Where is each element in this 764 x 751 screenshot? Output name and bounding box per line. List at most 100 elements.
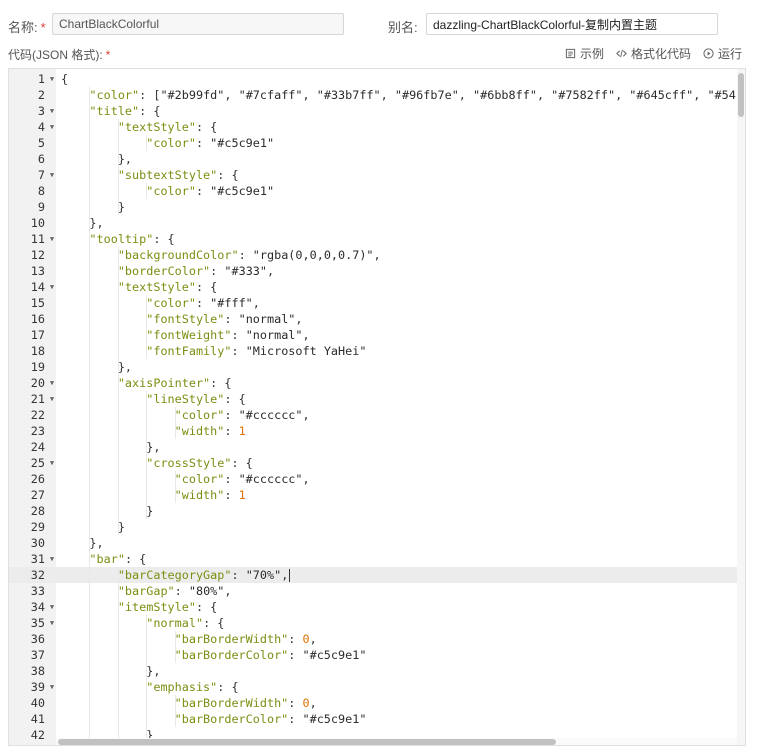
line-number: 31 bbox=[30, 552, 45, 566]
code-line[interactable]: 33 "barGap": "80%", bbox=[9, 583, 737, 599]
code-line[interactable]: 27 "width": 1 bbox=[9, 487, 737, 503]
line-number: 28 bbox=[30, 504, 45, 518]
line-number: 36 bbox=[30, 632, 45, 646]
line-number: 1 bbox=[37, 72, 45, 86]
code-line[interactable]: 36 "barBorderWidth": 0, bbox=[9, 631, 737, 647]
code-line[interactable]: 13 "borderColor": "#333", bbox=[9, 263, 737, 279]
code-line[interactable]: 15 "color": "#fff", bbox=[9, 295, 737, 311]
code-line[interactable]: 32 "barCategoryGap": "70%", bbox=[9, 567, 737, 583]
line-number: 2 bbox=[37, 88, 45, 102]
code-line[interactable]: 14 ▼ "textStyle": { bbox=[9, 279, 737, 295]
code-line[interactable]: 16 "fontStyle": "normal", bbox=[9, 311, 737, 327]
line-number: 29 bbox=[30, 520, 45, 534]
line-number: 10 bbox=[30, 216, 45, 230]
code-line[interactable]: 10 }, bbox=[9, 215, 737, 231]
code-line[interactable]: 4 ▼ "textStyle": { bbox=[9, 119, 737, 135]
code-text: "barBorderWidth": 0, bbox=[174, 632, 317, 646]
code-text: "fontWeight": "normal", bbox=[146, 328, 310, 342]
code-line[interactable]: 37 "barBorderColor": "#c5c9e1" bbox=[9, 647, 737, 663]
name-input[interactable] bbox=[52, 13, 344, 35]
fold-toggle-icon[interactable]: ▼ bbox=[48, 103, 56, 119]
code-line[interactable]: 26 "color": "#cccccc", bbox=[9, 471, 737, 487]
code-text: "lineStyle": { bbox=[146, 392, 246, 406]
code-line[interactable]: 21 ▼ "lineStyle": { bbox=[9, 391, 737, 407]
fold-toggle-icon[interactable]: ▼ bbox=[48, 167, 56, 183]
code-line[interactable]: 30 }, bbox=[9, 535, 737, 551]
code-line[interactable]: 8 "color": "#c5c9e1" bbox=[9, 183, 737, 199]
code-line[interactable]: 38 }, bbox=[9, 663, 737, 679]
format-code-button[interactable]: 格式化代码 bbox=[616, 45, 691, 62]
code-line[interactable]: 1 ▼ { bbox=[9, 71, 737, 87]
example-button[interactable]: 示例 bbox=[565, 45, 604, 62]
horizontal-scroll-thumb[interactable] bbox=[58, 739, 556, 745]
fold-toggle-icon[interactable]: ▼ bbox=[48, 551, 56, 567]
vertical-scrollbar[interactable] bbox=[737, 69, 745, 745]
code-line[interactable]: 5 "color": "#c5c9e1" bbox=[9, 135, 737, 151]
code-line[interactable]: 23 "width": 1 bbox=[9, 423, 737, 439]
code-text: "color": "#cccccc", bbox=[174, 472, 310, 486]
code-line[interactable]: 35 ▼ "normal": { bbox=[9, 615, 737, 631]
code-line[interactable]: 41 "barBorderColor": "#c5c9e1" bbox=[9, 711, 737, 727]
code-line[interactable]: 3 ▼ "title": { bbox=[9, 103, 737, 119]
code-line[interactable]: 19 }, bbox=[9, 359, 737, 375]
code-line[interactable]: 7 ▼ "subtextStyle": { bbox=[9, 167, 737, 183]
line-number: 5 bbox=[37, 136, 45, 150]
line-number: 13 bbox=[30, 264, 45, 278]
code-line[interactable]: 18 "fontFamily": "Microsoft YaHei" bbox=[9, 343, 737, 359]
line-number: 34 bbox=[30, 600, 45, 614]
code-line[interactable]: 25 ▼ "crossStyle": { bbox=[9, 455, 737, 471]
code-line[interactable]: 20 ▼ "axisPointer": { bbox=[9, 375, 737, 391]
vertical-scroll-thumb[interactable] bbox=[738, 73, 744, 117]
line-number: 7 bbox=[37, 168, 45, 182]
code-text: "width": 1 bbox=[174, 424, 246, 438]
fold-toggle-icon[interactable]: ▼ bbox=[48, 679, 56, 695]
editor-toolbar: 示例 格式化代码 运行 bbox=[565, 44, 742, 62]
fold-toggle-icon[interactable]: ▼ bbox=[48, 599, 56, 615]
code-line[interactable]: 9 } bbox=[9, 199, 737, 215]
code-line[interactable]: 6 }, bbox=[9, 151, 737, 167]
fold-toggle-icon[interactable]: ▼ bbox=[48, 71, 56, 87]
code-text: "barGap": "80%", bbox=[117, 584, 232, 598]
code-line[interactable]: 39 ▼ "emphasis": { bbox=[9, 679, 737, 695]
code-text: "color": "#cccccc", bbox=[174, 408, 310, 422]
code-line[interactable]: 40 "barBorderWidth": 0, bbox=[9, 695, 737, 711]
code-text: "color": "#c5c9e1" bbox=[146, 184, 275, 198]
code-line[interactable]: 24 }, bbox=[9, 439, 737, 455]
fold-toggle-icon[interactable]: ▼ bbox=[48, 615, 56, 631]
code-text: "color": ["#2b99fd", "#7cfaff", "#33b7ff… bbox=[89, 88, 736, 102]
line-number: 23 bbox=[30, 424, 45, 438]
code-text: "bar": { bbox=[89, 552, 147, 566]
code-line[interactable]: 12 "backgroundColor": "rgba(0,0,0,0.7)", bbox=[9, 247, 737, 263]
code-line[interactable]: 29 } bbox=[9, 519, 737, 535]
play-icon bbox=[703, 47, 714, 59]
code-line[interactable]: 17 "fontWeight": "normal", bbox=[9, 327, 737, 343]
code-line[interactable]: 28 } bbox=[9, 503, 737, 519]
code-line[interactable]: 22 "color": "#cccccc", bbox=[9, 407, 737, 423]
code-line[interactable]: 34 ▼ "itemStyle": { bbox=[9, 599, 737, 615]
code-text: } bbox=[61, 520, 125, 534]
line-number: 9 bbox=[37, 200, 45, 214]
code-line[interactable]: 31 ▼ "bar": { bbox=[9, 551, 737, 567]
run-button[interactable]: 运行 bbox=[703, 45, 742, 62]
fold-toggle-icon[interactable]: ▼ bbox=[48, 119, 56, 135]
code-text: "backgroundColor": "rgba(0,0,0,0.7)", bbox=[117, 248, 381, 262]
document-icon bbox=[565, 48, 576, 58]
code-text: }, bbox=[61, 664, 161, 678]
code-line[interactable]: 2 "color": ["#2b99fd", "#7cfaff", "#33b7… bbox=[9, 87, 737, 103]
fold-toggle-icon[interactable]: ▼ bbox=[48, 455, 56, 471]
fold-toggle-icon[interactable]: ▼ bbox=[48, 391, 56, 407]
line-number: 26 bbox=[30, 472, 45, 486]
line-number: 32 bbox=[30, 568, 45, 582]
horizontal-scrollbar[interactable] bbox=[56, 738, 737, 745]
code-text: }, bbox=[61, 152, 133, 166]
code-text: "barBorderColor": "#c5c9e1" bbox=[174, 648, 367, 662]
code-text: "borderColor": "#333", bbox=[117, 264, 275, 278]
line-number: 17 bbox=[30, 328, 45, 342]
fold-toggle-icon[interactable]: ▼ bbox=[48, 231, 56, 247]
alias-input[interactable] bbox=[426, 13, 718, 35]
code-editor[interactable]: 1 ▼{2 "color": ["#2b99fd", "#7cfaff", "#3… bbox=[8, 68, 746, 746]
fold-toggle-icon[interactable]: ▼ bbox=[48, 279, 56, 295]
required-mark: * bbox=[40, 20, 46, 35]
fold-toggle-icon[interactable]: ▼ bbox=[48, 375, 56, 391]
code-line[interactable]: 11 ▼ "tooltip": { bbox=[9, 231, 737, 247]
